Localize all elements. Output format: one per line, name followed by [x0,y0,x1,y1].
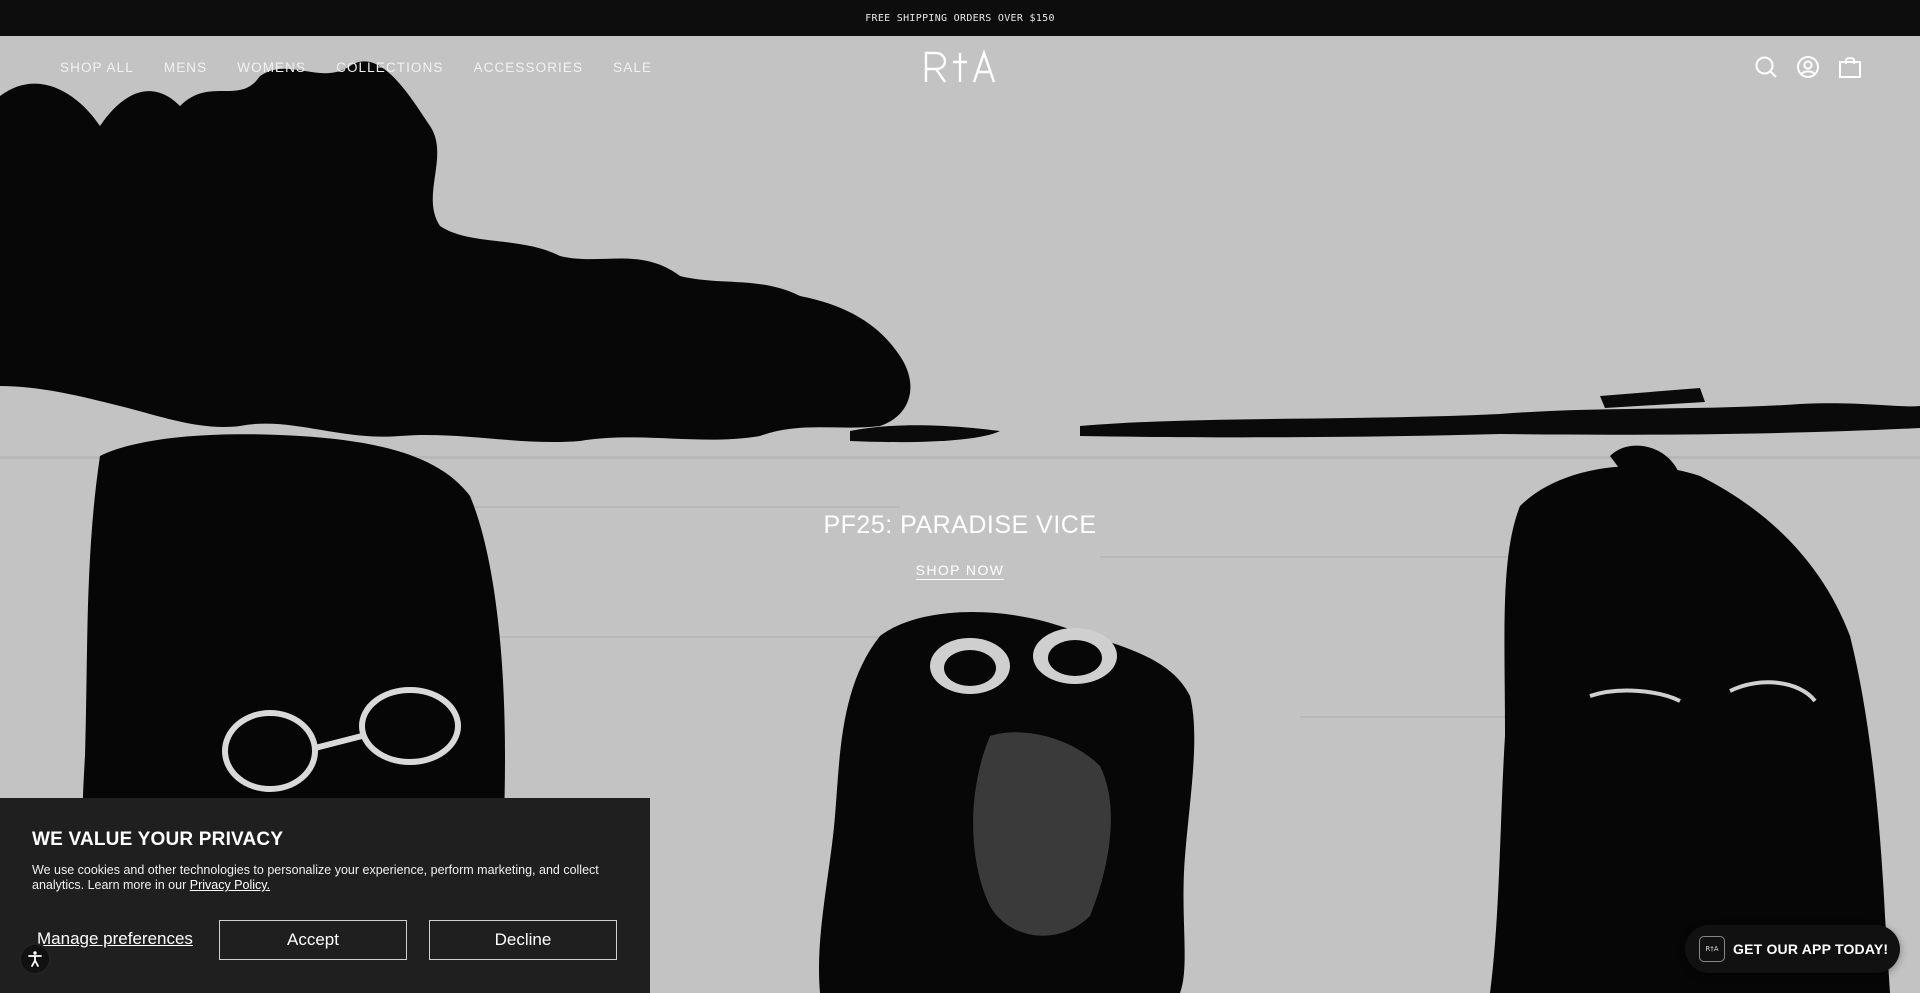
nav-item-womens[interactable]: WOMENS [237,60,306,75]
app-promo-label: GET OUR APP TODAY! [1733,941,1889,957]
logo-mark [924,49,996,83]
privacy-body-text: We use cookies and other technologies to… [32,863,599,892]
nav-item-accessories[interactable]: ACCESSORIES [473,60,583,75]
app-logo-icon: R†A [1699,936,1725,962]
decline-button[interactable]: Decline [429,920,617,960]
cart-icon[interactable] [1838,55,1862,79]
header-icons [1754,36,1862,98]
hero-title: PF25: PARADISE VICE [823,511,1097,539]
app-promo-button[interactable]: R†A GET OUR APP TODAY! [1685,925,1900,973]
site-header: SHOP ALL MENS WOMENS COLLECTIONS ACCESSO… [0,36,1920,98]
brand-logo[interactable] [924,49,996,84]
main-nav: SHOP ALL MENS WOMENS COLLECTIONS ACCESSO… [60,36,652,98]
manage-preferences-link[interactable]: Manage preferences [37,929,193,949]
search-icon[interactable] [1754,55,1778,79]
privacy-title: WE VALUE YOUR PRIVACY [32,829,284,850]
privacy-policy-link[interactable]: Privacy Policy. [190,878,270,892]
nav-item-collections[interactable]: COLLECTIONS [336,60,443,75]
privacy-body: We use cookies and other technologies to… [32,863,632,893]
hero-cta-container: SHOP NOW [0,562,1920,580]
accept-button[interactable]: Accept [219,920,407,960]
accessibility-icon [28,951,42,967]
announcement-bar: FREE SHIPPING ORDERS OVER $150 [0,0,1920,36]
accessibility-button[interactable] [21,945,49,973]
announcement-text: FREE SHIPPING ORDERS OVER $150 [865,12,1055,24]
shop-now-link[interactable]: SHOP NOW [915,562,1005,580]
nav-item-shop-all[interactable]: SHOP ALL [60,60,134,75]
account-icon[interactable] [1796,55,1820,79]
nav-item-mens[interactable]: MENS [164,60,207,75]
nav-item-sale[interactable]: SALE [613,60,652,75]
privacy-banner: WE VALUE YOUR PRIVACY We use cookies and… [0,798,650,993]
